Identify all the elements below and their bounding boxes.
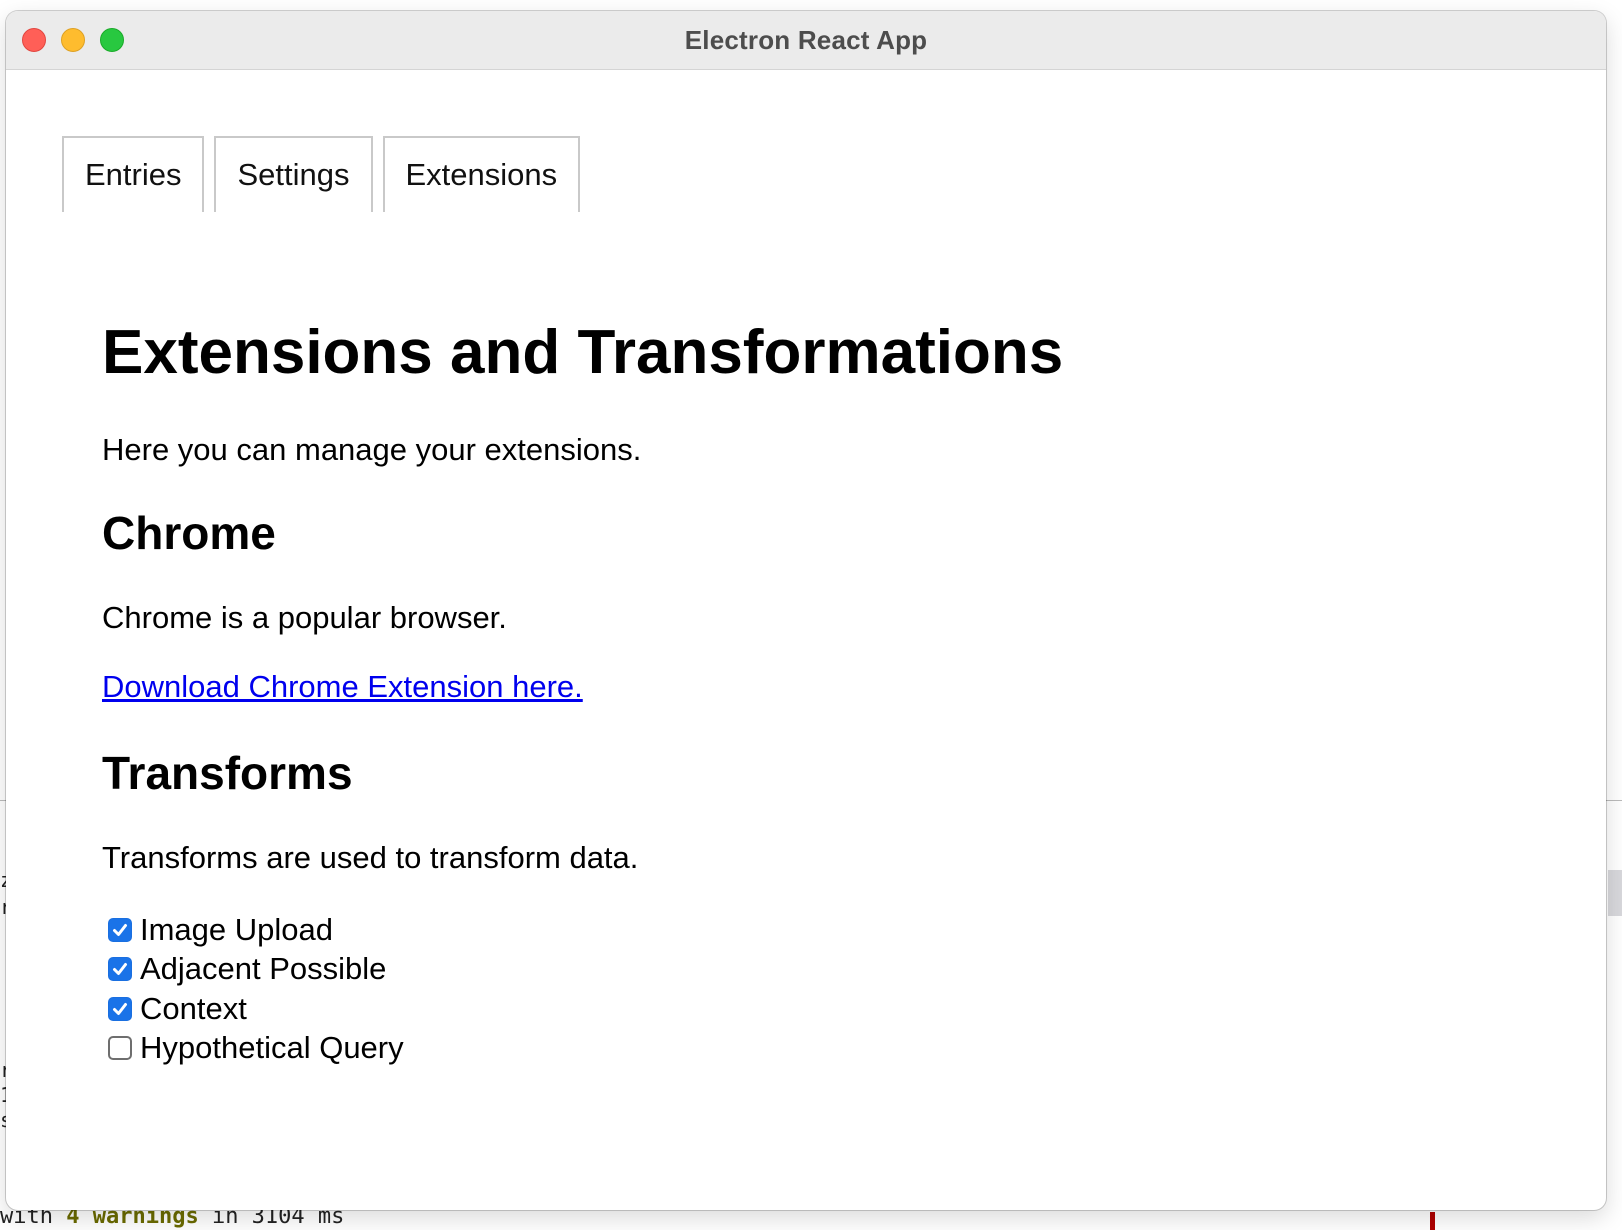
checkbox-label: Adjacent Possible <box>140 951 387 987</box>
page-title: Extensions and Transformations <box>102 318 1064 387</box>
tab-extensions[interactable]: Extensions <box>382 136 581 212</box>
transforms-heading: Transforms <box>102 747 353 799</box>
close-window-button[interactable] <box>22 28 46 52</box>
window-title: Electron React App <box>684 24 928 55</box>
extensions-panel: Extensions and Transformations Here you … <box>102 322 1502 1068</box>
transform-image-upload[interactable]: Image Upload <box>108 910 1502 950</box>
window-controls <box>22 28 124 52</box>
chrome-heading: Chrome <box>102 507 276 559</box>
tab-settings[interactable]: Settings <box>214 136 373 212</box>
checkbox-adjacent-possible[interactable] <box>108 957 132 982</box>
minimize-window-button[interactable] <box>61 28 85 52</box>
tab-entries[interactable]: Entries <box>62 136 205 212</box>
page-intro: Here you can manage your extensions. <box>102 432 642 467</box>
terminal-divider <box>1606 800 1622 801</box>
terminal-scrollbar <box>1608 870 1622 916</box>
checkbox-image-upload[interactable] <box>108 917 132 942</box>
chrome-description: Chrome is a popular browser. <box>102 600 507 635</box>
tab-bar: Entries Settings Extensions <box>62 136 581 212</box>
checkmark-icon <box>113 923 127 936</box>
checkmark-icon <box>113 1002 127 1015</box>
checkbox-label: Image Upload <box>140 911 334 947</box>
title-bar[interactable]: Electron React App <box>6 11 1606 70</box>
transforms-checkbox-list: Image Upload Adjacent Possible Context H… <box>108 910 1502 1068</box>
download-chrome-extension-link[interactable]: Download Chrome Extension here. <box>102 669 583 705</box>
transform-adjacent-possible[interactable]: Adjacent Possible <box>108 950 1502 990</box>
terminal-cursor <box>1430 1212 1435 1230</box>
transforms-description: Transforms are used to transform data. <box>102 840 639 875</box>
transform-context[interactable]: Context <box>108 989 1502 1029</box>
zoom-window-button[interactable] <box>100 28 124 52</box>
transform-hypothetical-query[interactable]: Hypothetical Query <box>108 1029 1502 1069</box>
checkbox-label: Hypothetical Query <box>140 1030 404 1066</box>
checkbox-label: Context <box>140 990 247 1026</box>
checkbox-hypothetical-query[interactable] <box>108 1036 132 1061</box>
app-window: Electron React App Entries Settings Exte… <box>6 11 1606 1210</box>
checkbox-context[interactable] <box>108 996 132 1021</box>
checkmark-icon <box>113 963 127 976</box>
